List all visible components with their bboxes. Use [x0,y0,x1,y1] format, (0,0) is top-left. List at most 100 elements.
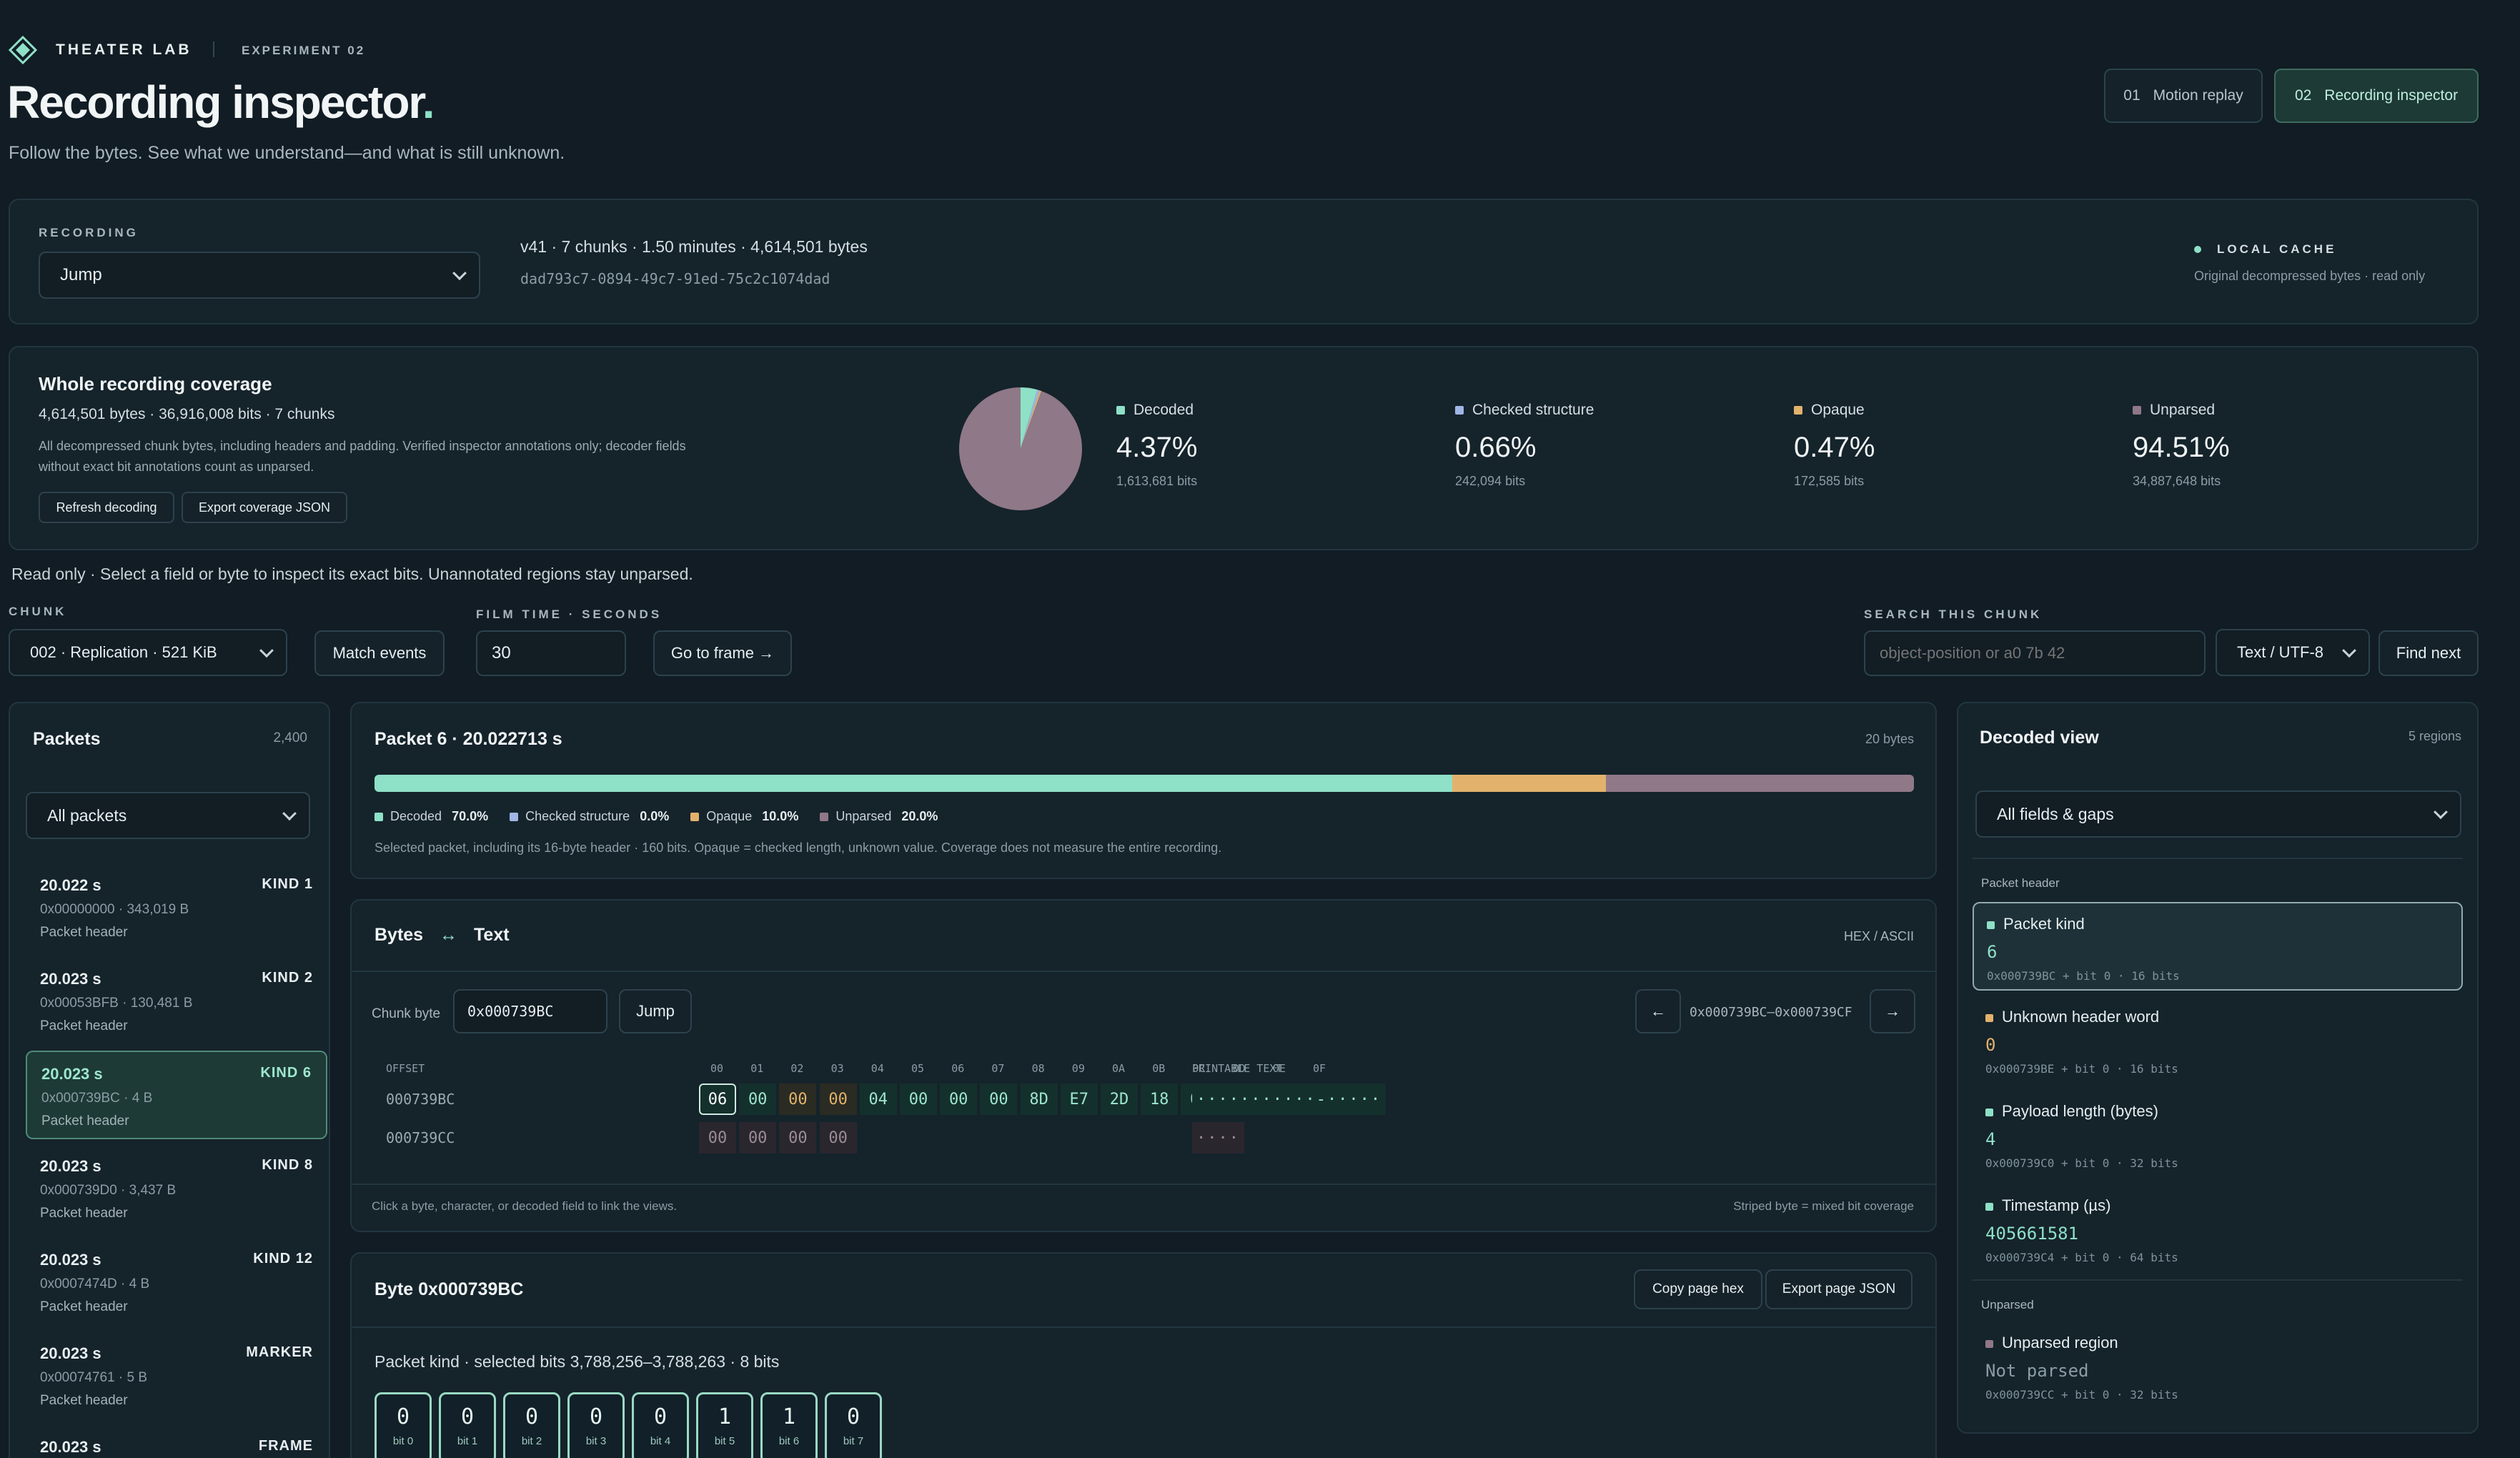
bit-cell[interactable]: 0 bit 1 [439,1392,496,1458]
tab-recording-inspector-num: 02 [2294,87,2312,104]
copy-page-hex-button[interactable]: Copy page hex [1634,1269,1762,1309]
hex-byte-cell[interactable]: 00 [699,1122,736,1154]
bit-cell[interactable]: 1 bit 6 [760,1392,818,1458]
hex-byte-cell[interactable]: 00 [940,1083,978,1115]
chunk-byte-label: Chunk byte [372,1006,441,1021]
decoded-field[interactable]: Payload length (bytes) 4 0x000739C0 + bi… [1973,1091,2463,1179]
hex-byte-cell[interactable]: 06 [699,1083,736,1115]
hex-byte-cell[interactable]: 00 [819,1122,857,1154]
bytes-header-divider [352,971,1935,972]
decoded-field-location: 0x000739BE + bit 0 · 16 bits [1985,1062,2178,1076]
export-coverage-json-button[interactable]: Export coverage JSON [182,492,347,523]
hex-byte-cell[interactable]: 8D [1020,1083,1058,1115]
tab-motion-replay[interactable]: 01 Motion replay [2104,69,2263,123]
coverage-note-1: All decompressed chunk bytes, including … [39,439,686,453]
legend-swatch [510,813,519,822]
hex-column-header: 08 [1031,1062,1045,1075]
hex-byte-cell[interactable]: E7 [1060,1083,1098,1115]
packet-list-item[interactable]: 20.023 s KIND 2 0x00053BFB · 130,481 B P… [26,957,327,1046]
packet-detail-title: Packet 6 · 20.022713 s [374,729,562,749]
decoded-field-value: 405661581 [1985,1224,2079,1244]
decoded-field-unparsed[interactable]: Unparsed region Not parsed 0x000739CC + … [1973,1322,2463,1407]
hex-byte-cell[interactable]: 00 [819,1083,857,1115]
bit-cell[interactable]: 0 bit 3 [567,1392,625,1458]
printable-text-row[interactable]: ···· [1192,1122,1244,1154]
recording-select-value: Jump [60,265,102,284]
packet-kind: KIND 1 [262,876,313,892]
packets-filter-select[interactable]: All packets [26,792,310,839]
decoded-divider-2 [1973,1279,2463,1281]
bit-cell[interactable]: 0 bit 7 [825,1392,882,1458]
hex-byte-cell[interactable]: 04 [859,1083,897,1115]
cache-label: LOCAL CACHE [2217,242,2337,256]
export-page-json-button[interactable]: Export page JSON [1765,1269,1913,1309]
bit-value: 0 [396,1404,410,1429]
film-time-input[interactable]: 30 [476,630,626,676]
packet-list-item[interactable]: 20.023 s KIND 12 0x0007474D · 4 B Packet… [26,1238,327,1326]
experiment-label: EXPERIMENT 02 [242,44,366,57]
packet-list-item[interactable]: 20.023 s MARKER 0x00074761 · 5 B Packet … [26,1331,327,1420]
decoded-field-location: 0x000739BC + bit 0 · 16 bits [1987,969,2180,983]
packet-list-item[interactable]: 20.023 s FRAME [26,1425,327,1458]
hex-byte-cell[interactable]: 00 [739,1083,777,1115]
next-page-button[interactable]: → [1870,989,1915,1033]
coverage-stat-pct: 94.51% [2133,432,2230,463]
packet-list-item[interactable]: 20.023 s KIND 6 0x000739BC · 4 B Packet … [26,1051,327,1139]
hex-byte-cell[interactable]: 00 [739,1122,777,1154]
decoded-field-value: 0 [1985,1035,1996,1055]
packet-list-item[interactable]: 20.023 s KIND 8 0x000739D0 · 3,437 B Pac… [26,1144,327,1233]
packet-legend-pct: 10.0% [762,809,799,823]
hex-column-header: 0A [1112,1062,1126,1075]
find-next-button[interactable]: Find next [2378,630,2479,676]
coverage-bar-segment-unparsed [1606,775,1914,792]
printable-text-row[interactable]: ···········-····· [1192,1083,1387,1115]
hex-byte-cell[interactable]: 00 [779,1083,817,1115]
hex-byte-cell[interactable]: 2D [1101,1083,1138,1115]
decoded-field[interactable]: Timestamp (µs) 405661581 0x000739C4 + bi… [1973,1185,2463,1274]
decoded-field[interactable]: Packet kind 6 0x000739BC + bit 0 · 16 bi… [1973,902,2463,991]
bytes-title: Bytes ↔ Text [374,925,510,946]
tab-recording-inspector[interactable]: 02 Recording inspector [2274,69,2479,123]
coverage-stat-pct: 0.47% [1794,432,1875,463]
go-to-frame-button[interactable]: Go to frame → [653,630,792,676]
packet-list-item[interactable]: 20.022 s KIND 1 0x00000000 · 343,019 B P… [26,863,327,952]
hex-byte-cell[interactable]: 00 [900,1083,937,1115]
search-input[interactable] [1864,630,2206,676]
coverage-stat-pct: 0.66% [1455,432,1537,463]
hex-byte-cell[interactable]: 00 [980,1083,1018,1115]
hex-byte-cell[interactable]: 18 [1141,1083,1179,1115]
packet-coverage-bar [374,775,1914,792]
bit-cell[interactable]: 0 bit 0 [374,1392,432,1458]
bit-label: bit 3 [585,1435,607,1447]
coverage-stat-decoded: Decoded 4.37% 1,613,681 bits [1116,402,1197,489]
decoded-field-label: Payload length (bytes) [2002,1102,2158,1120]
recording-select[interactable]: Jump [39,252,480,299]
decoded-field[interactable]: Unknown header word 0 0x000739BE + bit 0… [1973,996,2463,1085]
bit-cell[interactable]: 0 bit 4 [632,1392,689,1458]
decoded-group-header: Packet header [1981,876,2060,890]
coverage-summary: 4,614,501 bytes · 36,916,008 bits · 7 ch… [39,406,335,422]
hex-byte-cell[interactable]: 00 [779,1122,817,1154]
arrow-right-icon: → [1885,1002,1900,1020]
page-title: Recording inspector. [7,76,435,129]
packet-address: 0x0007474D · 4 B [40,1276,150,1291]
bytes-footer-divider [352,1184,1935,1185]
decoded-filter-select[interactable]: All fields & gaps [1975,790,2461,838]
packet-legend-label: Opaque [706,809,753,823]
brand-name: THEATER LAB [56,41,192,58]
chunk-byte-input[interactable]: 0x000739BC [453,989,607,1033]
prev-page-button[interactable]: ← [1635,989,1681,1033]
match-events-button[interactable]: Match events [314,630,445,676]
coverage-stat-name: Checked structure [1455,402,1594,419]
hex-column-header: 03 [830,1062,844,1075]
decoded-field-name: Unparsed region [1985,1334,2450,1352]
bit-cell[interactable]: 1 bit 5 [696,1392,753,1458]
chevron-down-icon [452,266,467,281]
jump-button[interactable]: Jump [619,989,692,1033]
refresh-decoding-button[interactable]: Refresh decoding [39,492,174,523]
tab-motion-replay-label: Motion replay [2153,87,2243,104]
hex-column-header: 0F [1313,1062,1326,1075]
chunk-select[interactable]: 002 · Replication · 521 KiB [9,629,287,676]
bit-cell[interactable]: 0 bit 2 [503,1392,560,1458]
encoding-select[interactable]: Text / UTF-8 [2216,629,2370,676]
